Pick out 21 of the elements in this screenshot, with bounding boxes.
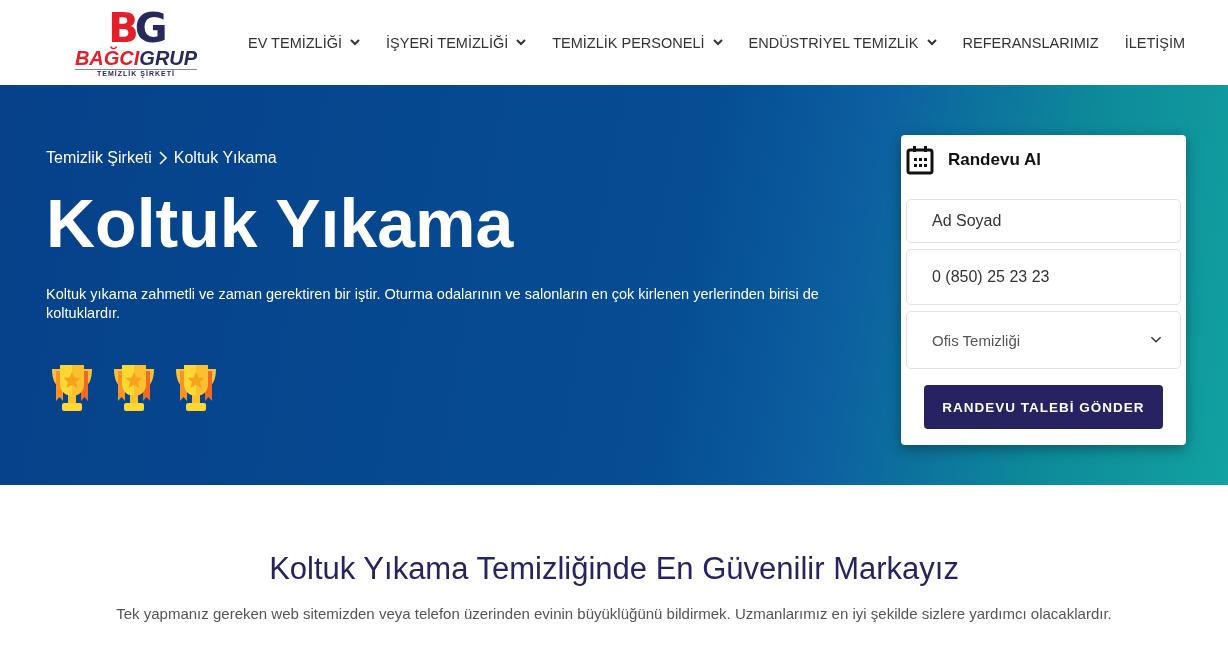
- calendar-icon: [906, 145, 934, 175]
- breadcrumb-link[interactable]: Temizlik Şirketi: [46, 149, 152, 167]
- section-heading: Koltuk Yıkama Temizliğinde En Güvenilir Markayız: [268, 551, 960, 587]
- submit-button[interactable]: RANDEVU TALEBİ GÖNDER: [924, 385, 1163, 429]
- phone-field[interactable]: 0 (850) 25 23 23: [906, 249, 1181, 305]
- hero-description: Koltuk yıkama zahmetli ve zaman gerektiren bir iştir. Oturma odalarının ve salonların en çok kirlenen yerlerinden birisi de koltuklardır.: [46, 285, 820, 323]
- card-title: Randevu Al: [948, 150, 1041, 170]
- nav-link[interactable]: İLETİŞİM: [1124, 34, 1186, 51]
- nav-link[interactable]: EV TEMİZLİĞİ: [248, 34, 360, 51]
- service-select[interactable]: Ofis Temizliği: [906, 311, 1181, 369]
- logo-wordmark: BAĞCIGRUP: [74, 48, 198, 70]
- nav-link[interactable]: TEMİZLİK PERSONELİ: [552, 34, 723, 51]
- chevron-down-icon: [1150, 336, 1162, 344]
- name-field[interactable]: Ad Soyad: [906, 199, 1181, 243]
- chevron-right-icon: [157, 150, 168, 166]
- nav-link[interactable]: ENDÜSTRİYEL TEMİZLİK: [748, 34, 937, 51]
- page-title: Koltuk Yıkama: [46, 184, 515, 263]
- nav-link[interactable]: REFERANSLARIMIZ: [962, 34, 1099, 51]
- breadcrumb-link[interactable]: Koltuk Yıkama: [173, 149, 277, 167]
- section-text: Tek yapmanız gereken web sitemizden veya telefon üzerinden evinin büyüklüğünü bildirmek. Uzmanlarımız en iyi şekilde sizlere yardımcı olacaklardır.: [115, 605, 1113, 622]
- nav-link[interactable]: İŞYERİ TEMİZLİĞİ: [386, 34, 527, 51]
